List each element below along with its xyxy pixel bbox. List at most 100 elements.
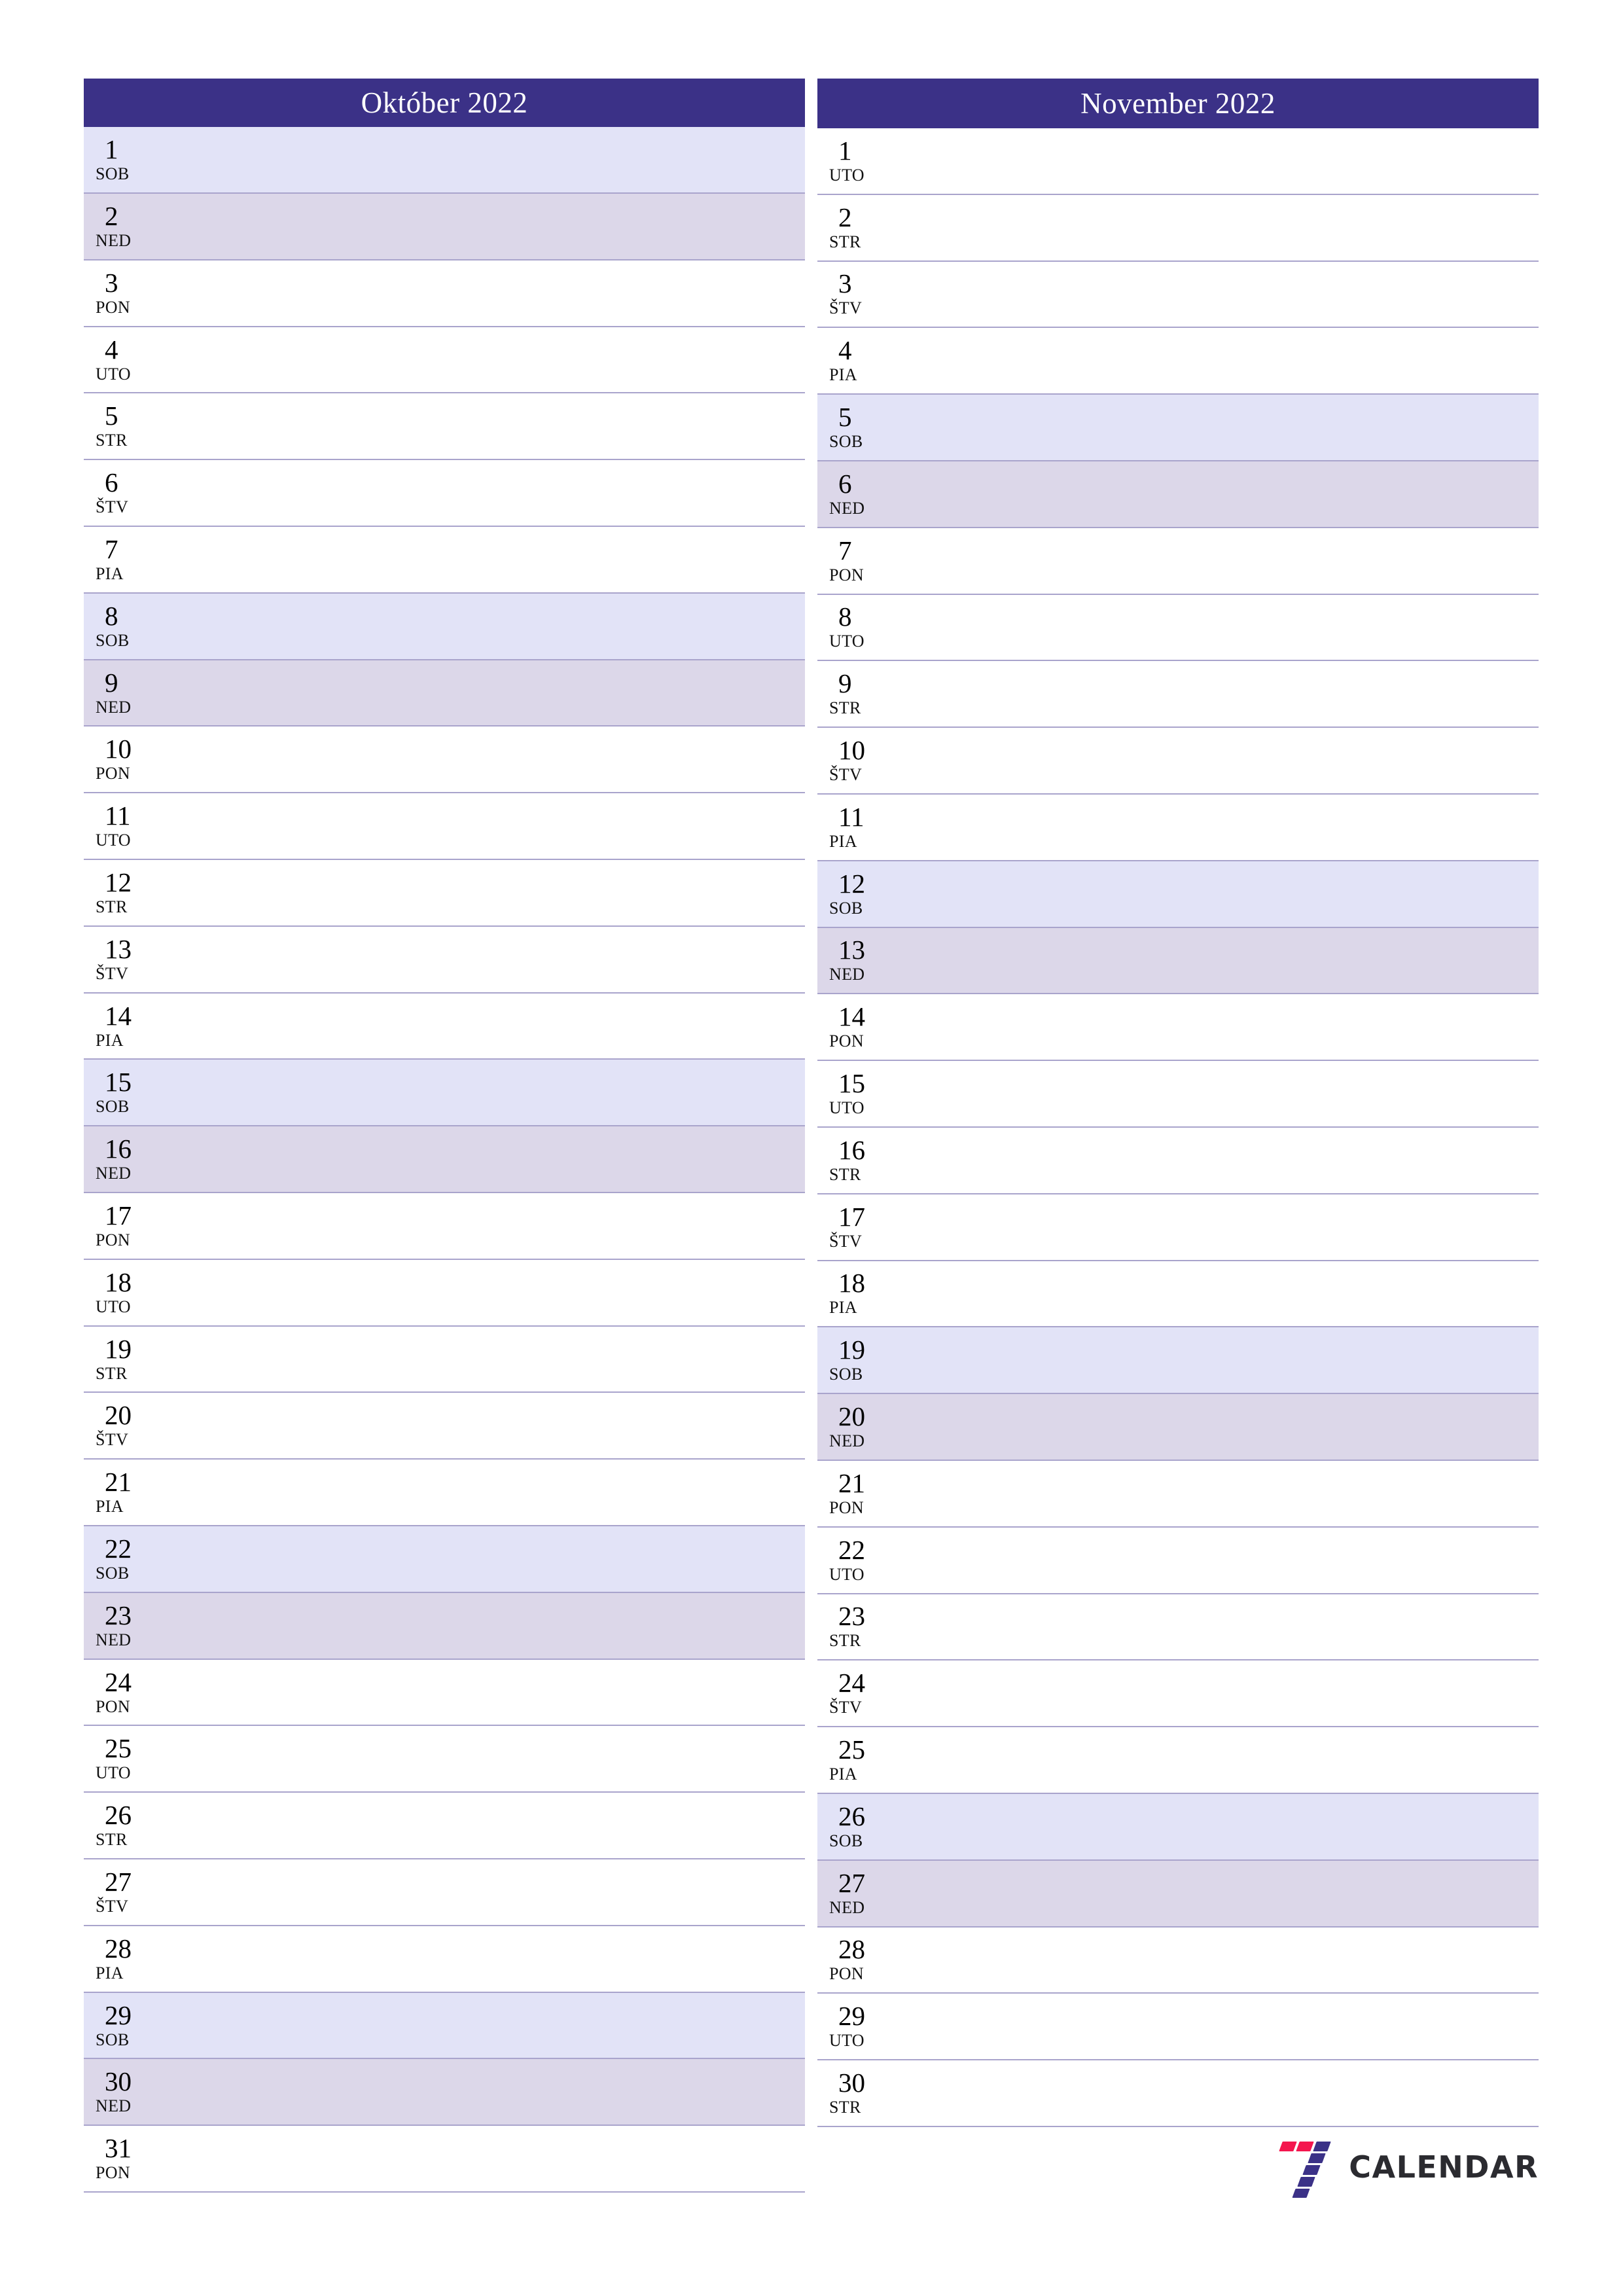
day-row[interactable]: 12 SOB bbox=[817, 861, 1539, 928]
day-row[interactable]: 11 UTO bbox=[84, 793, 805, 861]
day-row[interactable]: 17 ŠTV bbox=[817, 1194, 1539, 1261]
seven-logo-icon bbox=[1274, 2140, 1334, 2198]
day-row[interactable]: 30 NED bbox=[84, 2059, 805, 2126]
day-weekday-label: SOB bbox=[96, 1563, 130, 1583]
day-row[interactable]: 18 PIA bbox=[817, 1261, 1539, 1328]
day-number: 18 bbox=[838, 1268, 865, 1299]
day-row[interactable]: 28 PIA bbox=[84, 1926, 805, 1993]
day-weekday-label: ŠTV bbox=[829, 298, 863, 318]
day-row[interactable]: 16 STR bbox=[817, 1127, 1539, 1194]
day-row[interactable]: 8 UTO bbox=[817, 594, 1539, 662]
day-weekday-label: ŠTV bbox=[96, 963, 129, 983]
day-row[interactable]: 7 PON bbox=[817, 528, 1539, 595]
day-number: 24 bbox=[105, 1666, 132, 1697]
day-row[interactable]: 19 STR bbox=[84, 1326, 805, 1393]
day-number: 30 bbox=[838, 2068, 865, 2098]
day-row[interactable]: 1 SOB bbox=[84, 127, 805, 194]
day-row[interactable]: 30 STR bbox=[817, 2060, 1539, 2127]
day-row[interactable]: 24 ŠTV bbox=[817, 1660, 1539, 1728]
day-row[interactable]: 27 ŠTV bbox=[84, 1859, 805, 1926]
day-row[interactable]: 11 PIA bbox=[817, 794, 1539, 861]
day-number: 21 bbox=[838, 1467, 865, 1498]
day-list-november: 1 UTO 2 STR 3 ŠTV 4 PIA 5 SOB 6 NED 7 PON 8 UTO 9 STR 10 ŠT… bbox=[817, 128, 1539, 2127]
day-weekday-label: PIA bbox=[829, 1298, 857, 1318]
day-number: 14 bbox=[838, 1001, 865, 1032]
day-row[interactable]: 13 NED bbox=[817, 927, 1539, 995]
day-weekday-label: STR bbox=[829, 232, 861, 251]
day-weekday-label: NED bbox=[829, 965, 865, 984]
day-weekday-label: PON bbox=[96, 2163, 130, 2183]
day-row[interactable]: 17 PON bbox=[84, 1193, 805, 1260]
day-row[interactable]: 2 NED bbox=[84, 194, 805, 260]
day-weekday-label: SOB bbox=[829, 898, 863, 918]
day-number: 6 bbox=[838, 468, 852, 499]
day-row[interactable]: 25 PIA bbox=[817, 1727, 1539, 1794]
day-weekday-label: UTO bbox=[829, 632, 865, 651]
day-row[interactable]: 9 NED bbox=[84, 660, 805, 727]
month-title-november: November 2022 bbox=[817, 79, 1539, 128]
day-row[interactable]: 3 PON bbox=[84, 260, 805, 327]
day-row[interactable]: 18 UTO bbox=[84, 1259, 805, 1327]
day-row[interactable]: 21 PIA bbox=[84, 1460, 805, 1527]
day-row[interactable]: 25 UTO bbox=[84, 1726, 805, 1793]
day-row[interactable]: 14 PIA bbox=[84, 993, 805, 1060]
day-weekday-label: SOB bbox=[829, 432, 863, 452]
day-number: 12 bbox=[105, 867, 132, 897]
day-weekday-label: SOB bbox=[96, 630, 130, 650]
day-number: 9 bbox=[105, 667, 118, 698]
day-number: 1 bbox=[838, 135, 852, 166]
day-number: 29 bbox=[105, 2000, 132, 2030]
day-row[interactable]: 15 SOB bbox=[84, 1060, 805, 1127]
day-row[interactable]: 10 PON bbox=[84, 726, 805, 794]
day-number: 17 bbox=[838, 1201, 865, 1232]
day-row[interactable]: 13 ŠTV bbox=[84, 926, 805, 994]
day-row[interactable]: 26 STR bbox=[84, 1793, 805, 1860]
day-row[interactable]: 28 PON bbox=[817, 1927, 1539, 1994]
day-weekday-label: ŠTV bbox=[96, 1896, 129, 1916]
day-list-october: 1 SOB 2 NED 3 PON 4 UTO 5 STR 6 ŠTV 7 PIA 8 SOB 9 NED 10 PO… bbox=[84, 127, 805, 2193]
day-row[interactable]: 20 ŠTV bbox=[84, 1393, 805, 1460]
day-row[interactable]: 20 NED bbox=[817, 1394, 1539, 1461]
day-weekday-label: SOB bbox=[96, 164, 130, 184]
day-row[interactable]: 14 PON bbox=[817, 994, 1539, 1062]
day-row[interactable]: 6 NED bbox=[817, 461, 1539, 528]
day-row[interactable]: 6 ŠTV bbox=[84, 460, 805, 528]
day-weekday-label: PON bbox=[96, 764, 130, 783]
day-weekday-label: PON bbox=[829, 1964, 864, 1984]
day-weekday-label: STR bbox=[829, 2098, 861, 2117]
day-weekday-label: STR bbox=[96, 431, 128, 450]
day-row[interactable]: 8 SOB bbox=[84, 593, 805, 660]
day-row[interactable]: 23 STR bbox=[817, 1594, 1539, 1661]
day-row[interactable]: 10 ŠTV bbox=[817, 728, 1539, 795]
day-row[interactable]: 29 UTO bbox=[817, 1994, 1539, 2061]
day-weekday-label: NED bbox=[829, 498, 865, 518]
day-row[interactable]: 19 SOB bbox=[817, 1327, 1539, 1395]
day-row[interactable]: 4 UTO bbox=[84, 327, 805, 394]
day-row[interactable]: 24 PON bbox=[84, 1659, 805, 1727]
day-row[interactable]: 5 SOB bbox=[817, 395, 1539, 461]
day-row[interactable]: 12 STR bbox=[84, 860, 805, 927]
day-row[interactable]: 23 NED bbox=[84, 1592, 805, 1660]
day-row[interactable]: 15 UTO bbox=[817, 1061, 1539, 1128]
day-weekday-label: NED bbox=[96, 697, 132, 717]
day-row[interactable]: 21 PON bbox=[817, 1460, 1539, 1528]
day-number: 10 bbox=[838, 735, 865, 766]
day-row[interactable]: 2 STR bbox=[817, 194, 1539, 262]
day-row[interactable]: 4 PIA bbox=[817, 328, 1539, 395]
day-weekday-label: STR bbox=[829, 1631, 861, 1651]
day-row[interactable]: 31 PON bbox=[84, 2126, 805, 2193]
day-row[interactable]: 26 SOB bbox=[817, 1793, 1539, 1861]
day-number: 25 bbox=[105, 1733, 132, 1764]
day-weekday-label: NED bbox=[829, 1897, 865, 1917]
day-row[interactable]: 9 STR bbox=[817, 661, 1539, 728]
day-row[interactable]: 7 PIA bbox=[84, 527, 805, 594]
day-row[interactable]: 29 SOB bbox=[84, 1992, 805, 2060]
day-row[interactable]: 1 UTO bbox=[817, 128, 1539, 195]
day-row[interactable]: 27 NED bbox=[817, 1860, 1539, 1928]
day-row[interactable]: 22 SOB bbox=[84, 1526, 805, 1593]
day-row[interactable]: 22 UTO bbox=[817, 1527, 1539, 1594]
day-row[interactable]: 5 STR bbox=[84, 393, 805, 461]
day-row[interactable]: 16 NED bbox=[84, 1126, 805, 1194]
day-row[interactable]: 3 ŠTV bbox=[817, 261, 1539, 329]
day-number: 26 bbox=[838, 1801, 865, 1831]
